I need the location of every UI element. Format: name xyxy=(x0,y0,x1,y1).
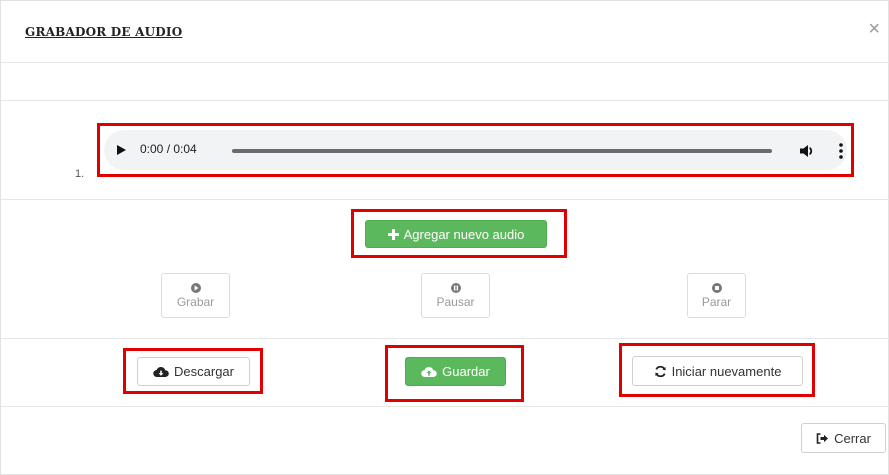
save-button[interactable]: Guardar xyxy=(405,357,506,386)
audio-player-highlight: 0:00 / 0:04 xyxy=(97,123,854,177)
stop-icon xyxy=(711,282,723,294)
divider xyxy=(1,100,889,101)
recording-number: 1. xyxy=(75,168,85,180)
sign-out-icon xyxy=(816,432,829,444)
save-label: Guardar xyxy=(442,364,490,379)
close-button[interactable]: Cerrar xyxy=(801,423,886,453)
cloud-upload-icon xyxy=(421,366,437,378)
stop-label: Parar xyxy=(701,295,732,309)
divider xyxy=(1,406,889,407)
audio-time: 0:00 / 0:04 xyxy=(140,142,197,156)
close-icon[interactable]: × xyxy=(868,19,880,39)
modal-title: GRABADOR DE AUDIO xyxy=(25,25,183,39)
audio-recorder-modal: GRABADOR DE AUDIO × 1. 0:00 / 0:04 Agreg… xyxy=(0,0,889,475)
add-audio-button[interactable]: Agregar nuevo audio xyxy=(365,220,547,248)
refresh-icon xyxy=(654,365,667,378)
volume-icon[interactable] xyxy=(797,141,817,161)
audio-progress-bar[interactable] xyxy=(232,149,772,153)
pause-button[interactable]: Pausar xyxy=(421,273,490,318)
download-button[interactable]: Descargar xyxy=(137,357,250,386)
download-label: Descargar xyxy=(174,364,234,379)
divider xyxy=(1,199,889,200)
restart-button[interactable]: Iniciar nuevamente xyxy=(632,356,803,386)
add-audio-label: Agregar nuevo audio xyxy=(403,226,525,242)
modal-header: GRABADOR DE AUDIO × xyxy=(1,1,889,63)
cloud-download-icon xyxy=(153,366,169,378)
close-label: Cerrar xyxy=(834,430,871,446)
record-button[interactable]: Grabar xyxy=(161,273,230,318)
record-icon xyxy=(190,282,202,294)
pause-icon xyxy=(450,282,462,294)
play-icon[interactable] xyxy=(117,145,126,155)
more-options-icon[interactable] xyxy=(837,141,845,161)
divider xyxy=(1,338,889,339)
plus-icon xyxy=(387,228,399,240)
pause-label: Pausar xyxy=(436,295,475,309)
audio-player[interactable]: 0:00 / 0:04 xyxy=(104,130,847,170)
stop-button[interactable]: Parar xyxy=(687,273,746,318)
restart-label: Iniciar nuevamente xyxy=(671,363,782,379)
record-label: Grabar xyxy=(176,295,215,309)
